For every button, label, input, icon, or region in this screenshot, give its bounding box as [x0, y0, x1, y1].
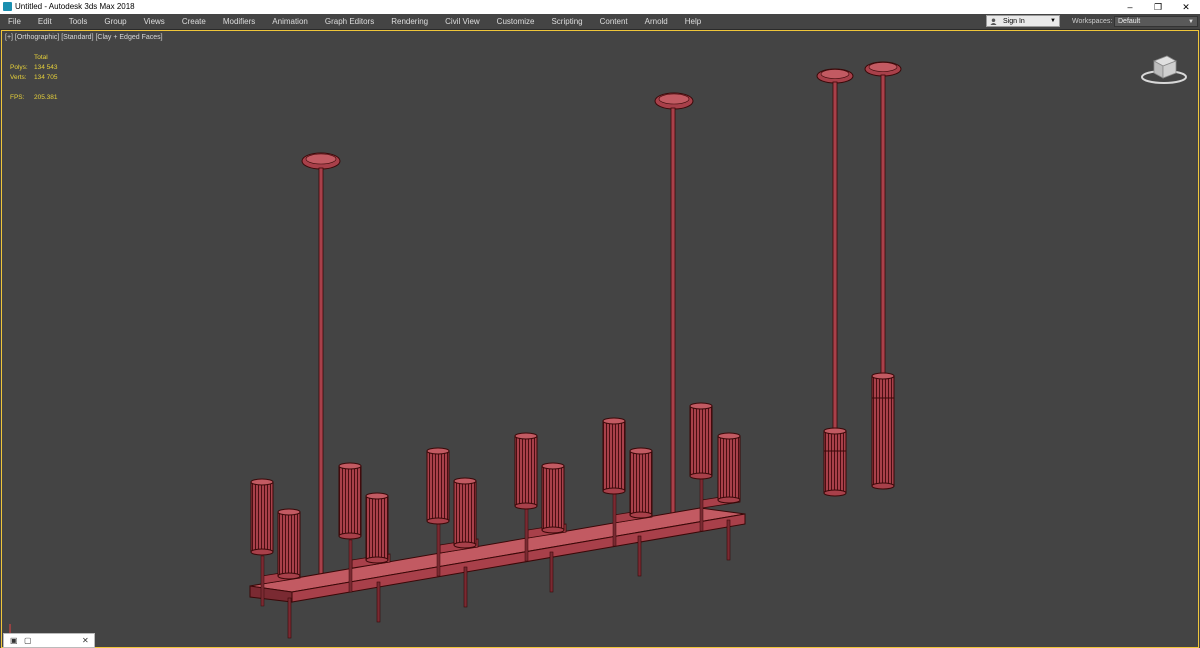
pendant-chandelier-a	[249, 92, 746, 639]
close-icon[interactable]: ✕	[82, 636, 89, 645]
bottom-toolbar: ▣ ▢ ✕	[3, 633, 95, 648]
pendant-lights-b	[816, 61, 902, 497]
scene-render	[9, 61, 902, 641]
max-toggle-icon[interactable]: ▢	[24, 636, 32, 645]
viewport-layout-icon[interactable]: ▣	[10, 636, 18, 645]
view-cube-icon[interactable]	[1138, 48, 1190, 88]
